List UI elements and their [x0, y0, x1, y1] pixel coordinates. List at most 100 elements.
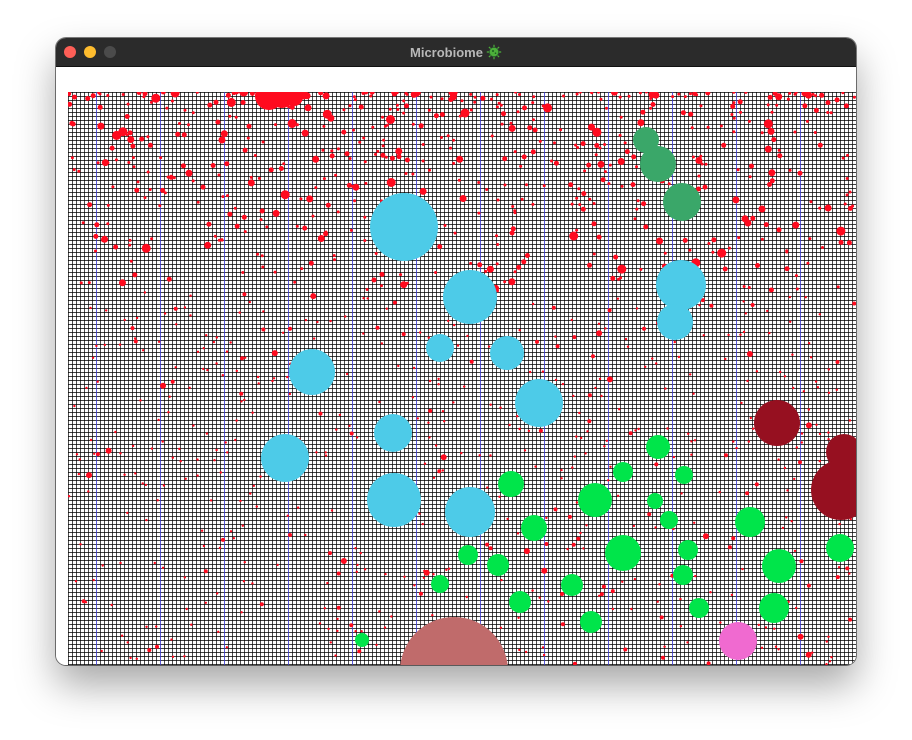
- red-cell: [846, 153, 849, 157]
- red-cell: [827, 431, 830, 434]
- red-cell: [618, 133, 622, 137]
- red-cell: [324, 112, 328, 115]
- red-cell: [196, 474, 199, 477]
- red-cell: [460, 108, 470, 118]
- red-cell: [392, 300, 397, 305]
- blue-colony: [443, 270, 497, 324]
- red-cell: [609, 465, 612, 468]
- red-cell: [191, 111, 195, 115]
- red-cell: [575, 501, 579, 504]
- red-cell: [229, 341, 232, 344]
- red-cell: [746, 379, 749, 383]
- red-cell: [741, 567, 744, 571]
- red-cell: [411, 122, 415, 126]
- red-cell: [766, 309, 769, 313]
- red-cell: [603, 170, 607, 174]
- red-cell: [327, 114, 335, 122]
- title-bar[interactable]: Microbiome: [56, 38, 856, 67]
- red-cell: [532, 95, 536, 99]
- red-cell: [515, 415, 519, 418]
- red-cell: [643, 224, 649, 230]
- red-cell: [821, 246, 824, 249]
- red-cell: [252, 484, 255, 487]
- red-cell: [755, 263, 760, 268]
- red-cell: [807, 408, 810, 411]
- red-cell: [459, 195, 467, 202]
- red-cell: [829, 111, 833, 115]
- red-cell: [624, 149, 630, 155]
- red-cell: [485, 542, 490, 547]
- red-cell: [689, 373, 692, 376]
- red-cell: [633, 577, 637, 581]
- red-cell: [246, 123, 252, 129]
- red-cell: [531, 101, 535, 105]
- red-cell: [632, 524, 636, 528]
- red-cell: [404, 172, 408, 175]
- red-cell: [330, 149, 334, 153]
- red-cell: [588, 123, 595, 131]
- red-cell: [808, 237, 812, 241]
- red-cell: [147, 142, 153, 148]
- red-cell: [535, 339, 539, 344]
- red-cell: [466, 334, 469, 338]
- red-cell: [578, 203, 582, 207]
- red-cell: [706, 125, 710, 129]
- red-cell: [572, 394, 575, 398]
- red-cell: [422, 576, 426, 579]
- red-cell: [404, 157, 410, 163]
- red-cell: [693, 439, 697, 442]
- red-cell: [530, 149, 536, 155]
- red-cell: [427, 108, 431, 112]
- red-cell: [106, 203, 110, 207]
- red-cell: [500, 578, 503, 582]
- red-cell: [376, 149, 380, 153]
- red-cell: [419, 591, 423, 596]
- red-cell: [149, 100, 153, 104]
- red-cell: [388, 107, 392, 111]
- red-cell: [259, 475, 262, 478]
- red-cell: [121, 93, 125, 96]
- red-cell: [613, 254, 619, 260]
- microbe-icon: [486, 44, 502, 60]
- red-cell: [139, 136, 145, 142]
- red-cell: [329, 641, 332, 644]
- red-cell: [598, 594, 601, 597]
- red-cell: [364, 181, 368, 185]
- pink-colony: [719, 622, 757, 660]
- red-cell: [531, 202, 535, 206]
- red-cell: [603, 445, 606, 448]
- red-cell: [302, 225, 308, 231]
- red-cell: [97, 122, 105, 130]
- red-cell: [521, 259, 527, 265]
- red-cell: [709, 303, 714, 308]
- red-cell: [577, 187, 581, 191]
- red-cell: [90, 93, 96, 99]
- red-cell: [183, 576, 186, 579]
- red-cell: [742, 285, 746, 288]
- red-cell: [692, 392, 695, 395]
- red-cell: [836, 226, 846, 236]
- red-cell: [145, 518, 148, 522]
- red-cell: [248, 300, 251, 304]
- red-cell: [687, 432, 690, 435]
- red-cell: [816, 386, 820, 389]
- red-cell: [251, 582, 254, 585]
- red-cell: [689, 92, 692, 96]
- red-cell: [381, 115, 384, 119]
- red-cell: [191, 179, 195, 183]
- red-cell: [215, 362, 218, 365]
- red-cell: [554, 378, 558, 382]
- red-cell: [739, 110, 743, 114]
- red-cell: [200, 184, 206, 190]
- red-cell: [378, 610, 381, 613]
- red-cell: [806, 583, 811, 588]
- app-window: Microbiome: [56, 38, 856, 665]
- red-cell: [106, 94, 110, 97]
- red-cell: [473, 95, 477, 99]
- red-cell: [560, 592, 564, 596]
- window-title-group: Microbiome: [56, 38, 856, 66]
- simulation-canvas[interactable]: [68, 92, 856, 665]
- red-cell: [335, 428, 338, 431]
- red-cell: [527, 125, 533, 131]
- red-cell: [246, 136, 250, 140]
